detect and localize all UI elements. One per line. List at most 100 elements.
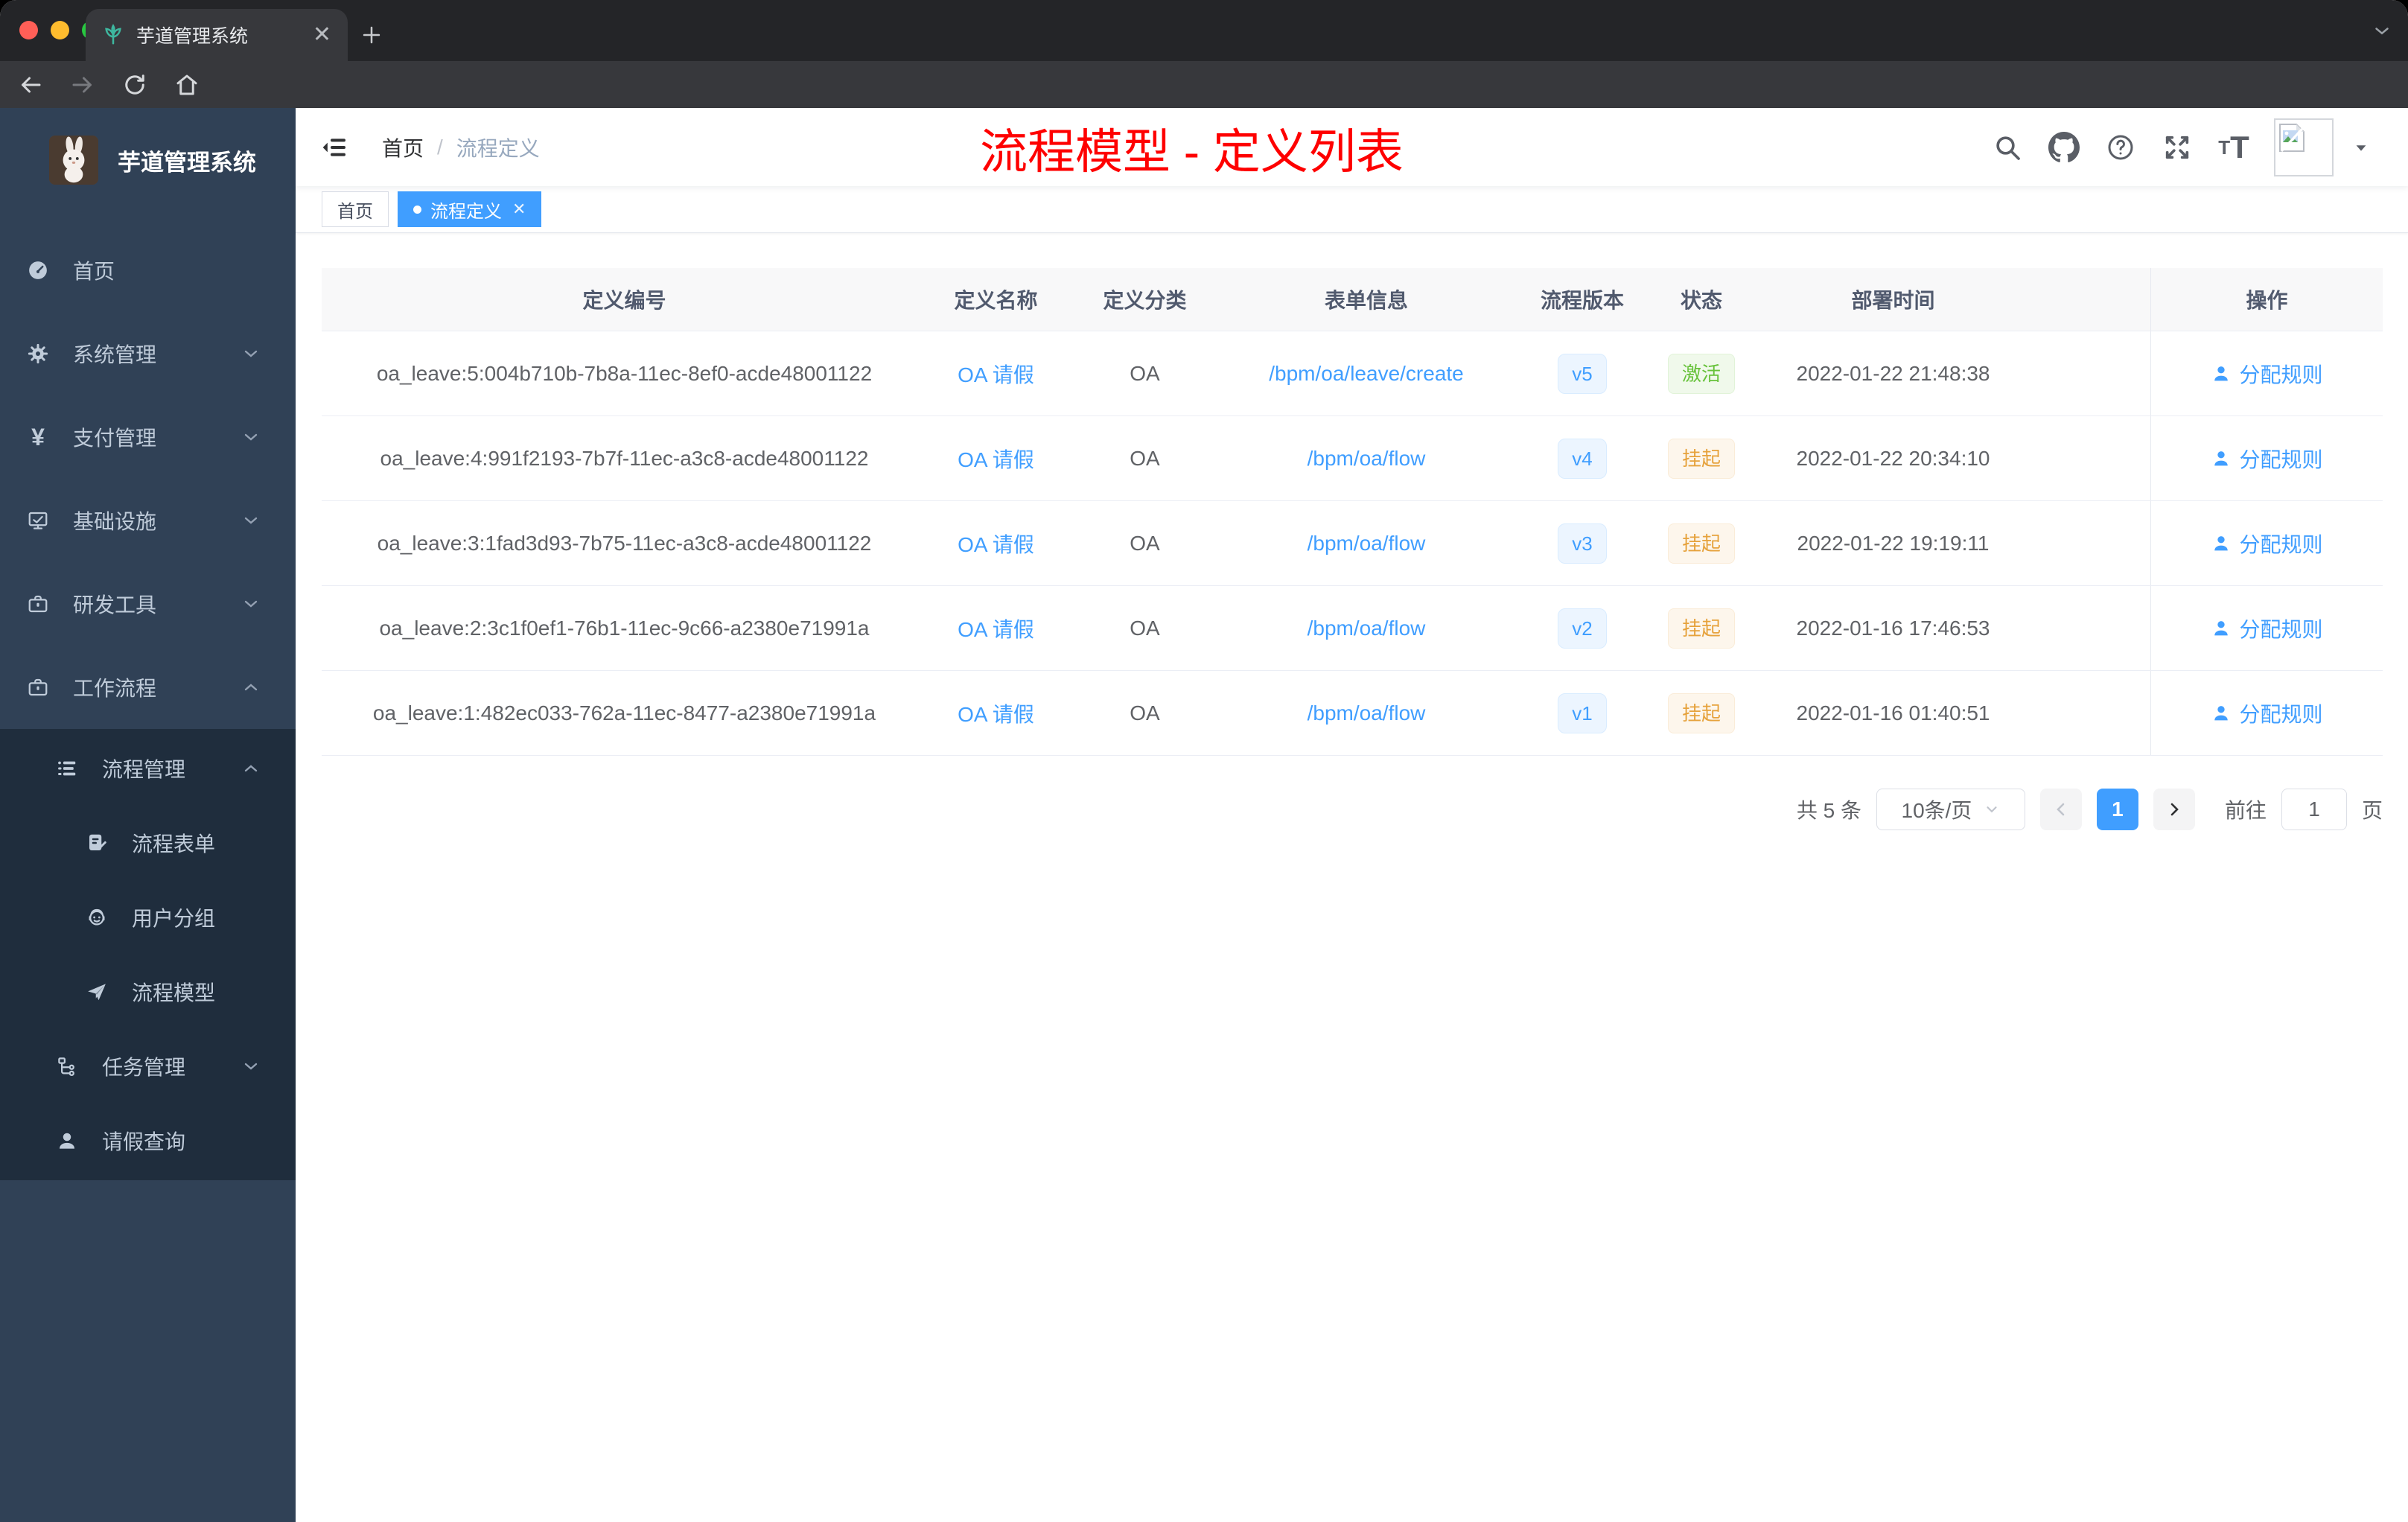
sidebar-menu: 首页 系统管理 ¥ 支付管理 基础设施 研发工具 工作流程 流程管理 流程表单 …: [0, 229, 296, 1180]
col-header-definition-id: 定义编号: [582, 289, 666, 312]
table-header-row: 定义编号 定义名称 定义分类 表单信息 流程版本 状态 部署时间 操作: [322, 268, 2383, 331]
sidebar-item-dev-tools[interactable]: 研发工具: [0, 562, 296, 646]
new-tab-button[interactable]: [351, 15, 392, 55]
tab-close-icon[interactable]: ✕: [313, 24, 331, 46]
tab-search-chevron-icon[interactable]: [2371, 19, 2393, 42]
gear-icon: [27, 343, 49, 365]
goto-page-input[interactable]: 1: [2281, 789, 2347, 830]
chevron-down-icon: [242, 595, 260, 613]
annotation-overlay-text: 流程模型 - 定义列表: [980, 125, 1404, 179]
avatar[interactable]: [2274, 118, 2334, 176]
user-icon: [2214, 705, 2229, 720]
definition-category: OA: [1130, 531, 1160, 555]
next-page-button[interactable]: [2153, 789, 2195, 830]
hamburger-icon[interactable]: [318, 131, 351, 164]
tag-home[interactable]: 首页: [322, 191, 389, 227]
form-link[interactable]: /bpm/oa/flow: [1307, 447, 1426, 471]
assign-rule-link[interactable]: 分配规则: [2211, 698, 2323, 728]
form-link[interactable]: /bpm/oa/flow: [1307, 701, 1426, 725]
assign-rule-link[interactable]: 分配规则: [2211, 529, 2323, 558]
avatar-caret-down-icon[interactable]: [2353, 139, 2369, 156]
dashboard-icon: [27, 259, 49, 281]
chevron-up-icon: [242, 678, 260, 696]
col-header-form-info: 表单信息: [1324, 289, 1408, 312]
current-page-button[interactable]: 1: [2096, 789, 2138, 830]
sidebar: 芋道管理系统 首页 系统管理 ¥ 支付管理 基础设施 研发工具 工作流程 流程管…: [0, 108, 296, 1522]
deploy-time: 2022-01-22 21:48:38: [1796, 361, 1990, 385]
breadcrumb-separator: /: [437, 135, 443, 159]
breadcrumb-home[interactable]: 首页: [382, 133, 424, 162]
help-icon[interactable]: [2104, 131, 2137, 164]
chevron-down-icon: [242, 428, 260, 446]
chevron-left-icon: [2057, 803, 2065, 816]
definition-id: oa_leave:2:3c1f0ef1-76b1-11ec-9c66-a2380…: [379, 616, 870, 640]
browser-tab-strip: 芋道管理系统 ✕: [0, 0, 2408, 61]
toolbox-icon: [27, 593, 49, 615]
col-header-version: 流程版本: [1540, 289, 1624, 312]
definition-name-link[interactable]: OA 请假: [958, 444, 1034, 474]
sidebar-item-system[interactable]: 系统管理: [0, 312, 296, 395]
chevron-down-icon: [242, 345, 260, 363]
sidebar-item-home[interactable]: 首页: [0, 229, 296, 312]
form-link[interactable]: /bpm/oa/leave/create: [1269, 362, 1464, 386]
font-size-icon[interactable]: TT: [2217, 131, 2250, 164]
main-area: 首页 / 流程定义 流程模型 - 定义列表 T T 首页 流程定义 ✕ 定义编号…: [296, 108, 2408, 1522]
tag-close-icon[interactable]: ✕: [512, 200, 526, 219]
assign-rule-link[interactable]: 分配规则: [2211, 444, 2323, 474]
user-group-icon: [86, 906, 108, 929]
col-header-status: 状态: [1680, 289, 1722, 312]
sidebar-item-process-management[interactable]: 流程管理: [0, 731, 296, 806]
sidebar-item-payment[interactable]: ¥ 支付管理: [0, 395, 296, 479]
table-row: oa_leave:1:482ec033-762a-11ec-8477-a2380…: [322, 671, 2383, 756]
prev-page-button[interactable]: [2039, 789, 2082, 830]
browser-window: 芋道管理系统 ✕ 不安全: [0, 0, 2408, 1522]
definition-name-link[interactable]: OA 请假: [958, 359, 1034, 389]
user-icon: [2214, 366, 2229, 380]
sidebar-item-workflow[interactable]: 工作流程: [0, 646, 296, 729]
col-header-definition-name: 定义名称: [954, 289, 1038, 312]
assign-rule-link[interactable]: 分配规则: [2211, 359, 2323, 389]
sidebar-item-task-management[interactable]: 任务管理: [0, 1029, 296, 1104]
sidebar-item-leave-query[interactable]: 请假查询: [0, 1104, 296, 1178]
definition-name-link[interactable]: OA 请假: [958, 614, 1034, 643]
definition-name-link[interactable]: OA 请假: [958, 529, 1034, 558]
github-icon[interactable]: [2048, 131, 2080, 164]
deploy-time: 2022-01-22 19:19:11: [1797, 531, 1990, 555]
sidebar-item-infrastructure[interactable]: 基础设施: [0, 479, 296, 562]
yen-icon: ¥: [31, 423, 45, 450]
col-header-actions: 操作: [2150, 268, 2383, 331]
version-badge: v4: [1558, 438, 1607, 479]
table-row: oa_leave:4:991f2193-7b7f-11ec-a3c8-acde4…: [322, 416, 2383, 501]
table-row: oa_leave:3:1fad3d93-7b75-11ec-a3c8-acde4…: [322, 501, 2383, 586]
forward-icon[interactable]: [69, 71, 97, 99]
sidebar-item-user-group[interactable]: 用户分组: [0, 880, 296, 955]
fullscreen-icon[interactable]: [2161, 131, 2194, 164]
search-icon[interactable]: [1991, 131, 2024, 164]
list-icon: [56, 757, 78, 780]
goto-label: 前往: [2224, 799, 2267, 822]
minimize-window-button[interactable]: [51, 21, 69, 39]
home-icon[interactable]: [173, 71, 201, 99]
sidebar-item-process-model[interactable]: 流程模型: [0, 955, 296, 1029]
reload-icon[interactable]: [121, 71, 149, 99]
form-link[interactable]: /bpm/oa/flow: [1307, 617, 1426, 640]
form-link[interactable]: /bpm/oa/flow: [1307, 532, 1426, 555]
close-window-button[interactable]: [19, 21, 38, 39]
page-size-select[interactable]: 10条/页: [1876, 789, 2025, 830]
status-badge: 挂起: [1667, 438, 1735, 479]
back-icon[interactable]: [16, 71, 45, 99]
assign-rule-link[interactable]: 分配规则: [2211, 614, 2323, 643]
definition-category: OA: [1130, 616, 1160, 640]
browser-tab[interactable]: 芋道管理系统 ✕: [86, 9, 348, 61]
navbar-actions: TT: [1991, 108, 2369, 186]
tab-title: 芋道管理系统: [136, 26, 249, 47]
chevron-down-icon: [242, 512, 260, 529]
definition-id: oa_leave:1:482ec033-762a-11ec-8477-a2380…: [372, 701, 876, 725]
definition-name-link[interactable]: OA 请假: [958, 698, 1034, 728]
sidebar-item-process-form[interactable]: 流程表单: [0, 806, 296, 880]
definition-id: oa_leave:3:1fad3d93-7b75-11ec-a3c8-acde4…: [377, 531, 872, 555]
chevron-right-icon: [2170, 803, 2179, 816]
tag-process-definition[interactable]: 流程定义 ✕: [398, 191, 542, 227]
favicon-plant-icon: [102, 24, 124, 46]
chevron-down-icon: [1987, 806, 1998, 813]
